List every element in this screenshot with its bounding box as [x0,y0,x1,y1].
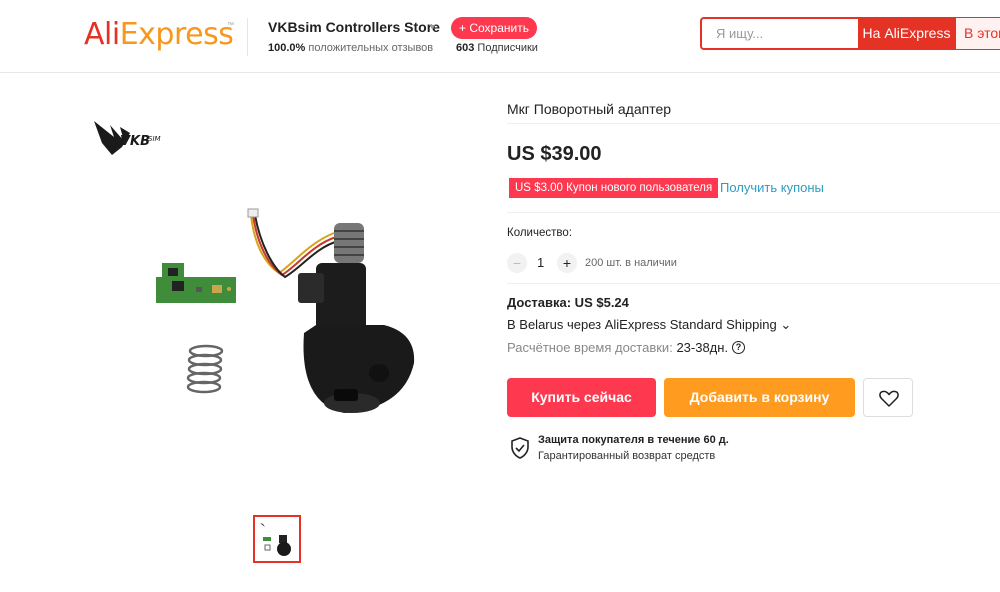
product-main-image[interactable]: VKB SIM [84,103,484,503]
title-divider [507,123,1000,124]
shipping-title: Доставка: US $5.24 [507,295,629,310]
buyer-protection-subtitle: Гарантированный возврат средств [538,450,716,462]
logo-trademark: ™ [227,22,234,29]
quantity-value[interactable]: 1 [537,255,544,270]
spring-image [186,344,224,394]
rating-label: положительных отзывов [308,42,434,54]
logo-text-ali: Ali [84,17,120,52]
pcb-board-image [156,263,236,303]
subscribers-label: Подписчики [477,42,538,54]
subscribers-value: 603 [456,42,475,54]
logo-text-express: Express [119,17,234,52]
search-store-button[interactable]: В этом магазине [955,17,1000,50]
top-header: AliExpress ™ VKBsim Controllers Store ▼ … [0,0,1000,73]
search-input[interactable]: Я ищу... [700,17,858,50]
store-rating: 100.0% положительных отзывов [268,42,433,54]
coupon-badge[interactable]: US $3.00 Купон нового пользователя [509,178,719,198]
buy-now-button[interactable]: Купить сейчас [507,378,656,417]
shield-check-icon [511,437,529,459]
heart-icon [879,390,899,407]
section-divider [507,283,1000,284]
quantity-decrease-button[interactable]: − [507,253,527,273]
vkbsim-brand-logo: VKB SIM [94,121,161,155]
search-aliexpress-button[interactable]: На AliExpress [858,17,955,50]
stock-count: 200 шт. в наличии [585,257,677,269]
add-to-cart-button[interactable]: Добавить в корзину [664,378,855,417]
store-name[interactable]: VKBsim Controllers Store [268,19,440,35]
section-divider [507,212,1000,213]
buyer-protection-title: Защита покупателя в течение 60 д. [538,434,729,446]
quantity-increase-button[interactable]: + [557,253,577,273]
delivery-time: Расчётное время доставки: 23-38дн. [507,340,728,355]
aliexpress-logo[interactable]: AliExpress [84,17,234,53]
get-coupons-link[interactable]: Получить купоны [720,180,824,195]
save-store-button[interactable]: + Сохранить [451,17,537,39]
caret-down-icon[interactable]: ▼ [428,22,437,32]
delivery-time-label: Расчётное время доставки: [507,340,673,355]
product-price: US $39.00 [507,143,602,165]
svg-text:VKB: VKB [120,134,150,149]
rating-value: 100.0% [268,42,306,54]
product-title: Мкг Поворотный адаптер [507,101,672,117]
rotary-adapter-image [298,223,415,413]
wishlist-button[interactable] [863,378,913,417]
store-subscribers: 603 Подписчики [456,42,538,54]
delivery-time-value: 23-38дн. [676,340,729,355]
product-thumbnail[interactable] [253,515,301,563]
help-icon[interactable]: ? [732,341,745,354]
quantity-label: Количество: [507,227,572,239]
svg-text:SIM: SIM [148,135,161,143]
header-divider [247,18,248,56]
shipping-method-select[interactable]: В Belarus через AliExpress Standard Ship… [507,317,791,333]
